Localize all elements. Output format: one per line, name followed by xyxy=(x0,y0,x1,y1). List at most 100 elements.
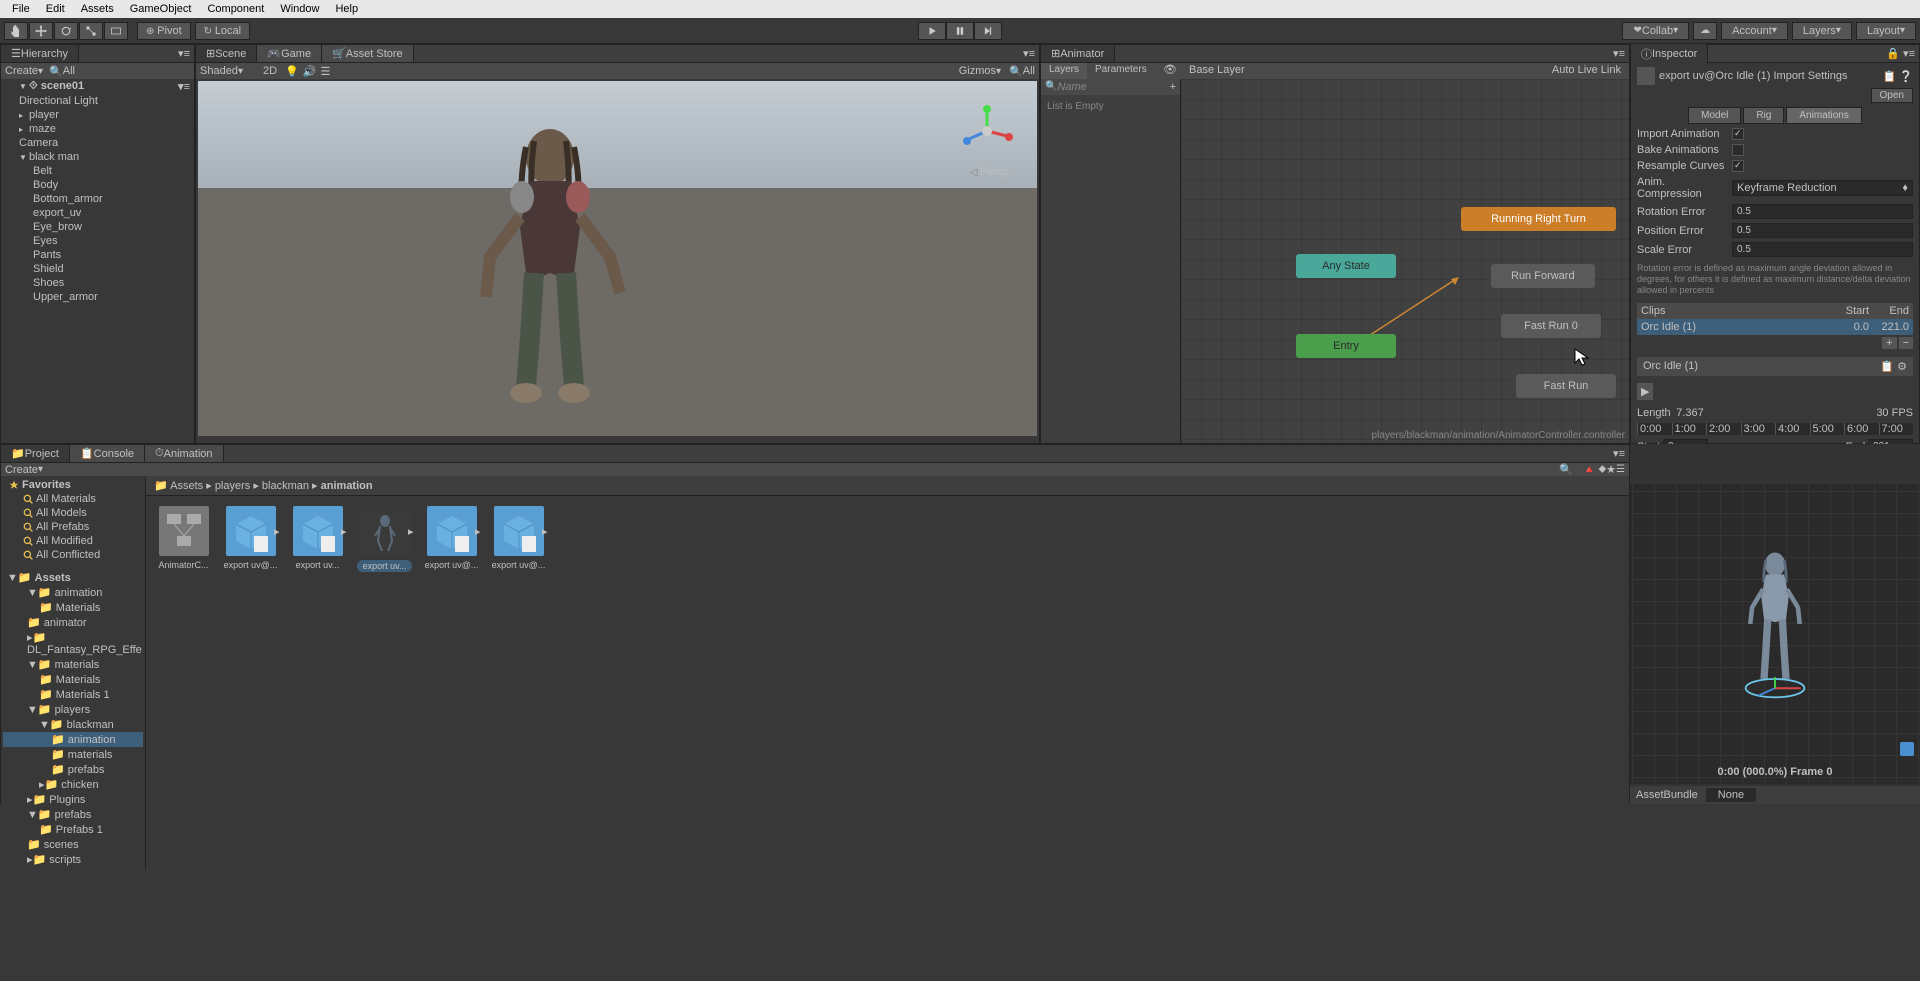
model-tab[interactable]: Model xyxy=(1688,107,1741,124)
cloud-button[interactable]: ☁ xyxy=(1693,22,1717,40)
asset-store-tab[interactable]: 🛒 Asset Store xyxy=(322,45,414,62)
hierarchy-item-player[interactable]: ▸player xyxy=(1,108,194,122)
preview-viewport[interactable]: 0:00 (000.0%) Frame 0 xyxy=(1630,484,1920,784)
state-running-right-turn[interactable]: Running Right Turn xyxy=(1461,207,1616,231)
folder-materials1[interactable]: 📁 Materials 1 xyxy=(3,687,143,702)
fav-all-conflicted[interactable]: All Conflicted xyxy=(3,548,143,562)
clip-settings-icon[interactable]: 📋 ⚙ xyxy=(1880,360,1907,373)
rig-tab[interactable]: Rig xyxy=(1743,107,1784,124)
auto-live-link[interactable]: Auto Live Link xyxy=(1552,64,1621,78)
folder-chicken[interactable]: ▸📁 chicken xyxy=(3,777,143,792)
asset-export-uv-2[interactable]: ▸export uv... xyxy=(290,506,345,572)
audio-icon[interactable]: 🔊 xyxy=(303,65,317,78)
asset-export-uv-5[interactable]: ▸export uv@... xyxy=(491,506,546,572)
eye-icon[interactable]: 👁 xyxy=(1159,63,1181,79)
hierarchy-item[interactable]: Directional Light xyxy=(1,94,194,108)
hierarchy-child[interactable]: Upper_armor xyxy=(1,290,194,304)
folder-bm-prefabs[interactable]: 📁 prefabs xyxy=(3,762,143,777)
state-fast-run-0[interactable]: Fast Run 0 xyxy=(1501,314,1601,338)
folder-materials-f[interactable]: ▼📁 materials xyxy=(3,657,143,672)
timeline-ruler[interactable]: 0:001:00 2:003:00 4:005:00 6:007:00 xyxy=(1637,423,1913,435)
hierarchy-child[interactable]: Belt xyxy=(1,164,194,178)
base-layer-button[interactable]: Base Layer xyxy=(1189,64,1245,78)
menu-window[interactable]: Window xyxy=(272,3,327,15)
scene-root[interactable]: ▼⟐ scene01▾≡ xyxy=(1,79,194,94)
step-button[interactable] xyxy=(974,22,1002,40)
hierarchy-create[interactable]: Create xyxy=(5,65,38,77)
folder-bm-animation[interactable]: 📁 animation xyxy=(3,732,143,747)
menu-file[interactable]: File xyxy=(4,3,38,15)
folder-blackman[interactable]: ▼📁 blackman xyxy=(3,717,143,732)
animations-tab[interactable]: Animations xyxy=(1786,107,1861,124)
import-animation-checkbox[interactable] xyxy=(1732,128,1744,140)
scale-error-field[interactable]: 0.5 xyxy=(1732,242,1913,257)
favorites-header[interactable]: Favorites xyxy=(3,478,143,492)
hierarchy-search-all[interactable]: All xyxy=(63,65,75,77)
asset-export-uv-1[interactable]: ▸export uv@... xyxy=(223,506,278,572)
hierarchy-child[interactable]: Pants xyxy=(1,248,194,262)
asset-animator-controller[interactable]: AnimatorC... xyxy=(156,506,211,572)
preview-tag-icon[interactable] xyxy=(1900,742,1914,756)
folder-scripts[interactable]: ▸📁 scripts xyxy=(3,852,143,867)
pause-button[interactable] xyxy=(946,22,974,40)
pivot-button[interactable]: ⊕ Pivot xyxy=(137,22,191,40)
remove-clip-button[interactable]: − xyxy=(1899,337,1913,349)
preview-play-button[interactable]: ▶ xyxy=(1637,383,1653,400)
animator-tab[interactable]: ⊞ Animator xyxy=(1041,45,1115,62)
scene-viewport[interactable]: ◁ Persp xyxy=(198,81,1037,436)
inspector-tab[interactable]: ⓘ Inspector xyxy=(1631,44,1708,64)
hierarchy-child[interactable]: Shield xyxy=(1,262,194,276)
hierarchy-child[interactable]: Shoes xyxy=(1,276,194,290)
folder-bm-materials[interactable]: 📁 materials xyxy=(3,747,143,762)
menu-assets[interactable]: Assets xyxy=(73,3,122,15)
layout-dropdown[interactable]: Layout ▾ xyxy=(1856,22,1916,40)
play-button[interactable] xyxy=(918,22,946,40)
assets-root[interactable]: ▼📁 Assets xyxy=(3,570,143,585)
project-star-icon[interactable]: ★ xyxy=(1606,463,1616,476)
menu-component[interactable]: Component xyxy=(199,3,272,15)
shaded-dropdown[interactable]: Shaded xyxy=(200,65,238,77)
fav-all-modified[interactable]: All Modified xyxy=(3,534,143,548)
hierarchy-child[interactable]: Body xyxy=(1,178,194,192)
collab-dropdown[interactable]: ❤ Collab ▾ xyxy=(1622,22,1689,40)
layers-dropdown[interactable]: Layers ▾ xyxy=(1792,22,1852,40)
folder-prefabs[interactable]: ▼📁 prefabs xyxy=(3,807,143,822)
folder-dlfantasy[interactable]: ▸📁 DL_Fantasy_RPG_Effe xyxy=(3,630,143,657)
fav-all-prefabs[interactable]: All Prefabs xyxy=(3,520,143,534)
menu-edit[interactable]: Edit xyxy=(38,3,73,15)
state-run-forward[interactable]: Run Forward xyxy=(1491,264,1595,288)
resample-curves-checkbox[interactable] xyxy=(1732,160,1744,172)
position-error-field[interactable]: 0.5 xyxy=(1732,223,1913,238)
hierarchy-child[interactable]: Eyes xyxy=(1,234,194,248)
hand-tool[interactable] xyxy=(4,22,28,40)
hierarchy-item[interactable]: Camera xyxy=(1,136,194,150)
hierarchy-item[interactable]: ▸maze xyxy=(1,122,194,136)
hierarchy-child[interactable]: Eye_brow xyxy=(1,220,194,234)
hierarchy-tab[interactable]: ☰ Hierarchy xyxy=(1,45,79,62)
fav-all-materials[interactable]: All Materials xyxy=(3,492,143,506)
state-entry[interactable]: Entry xyxy=(1296,334,1396,358)
fav-all-models[interactable]: All Models xyxy=(3,506,143,520)
folder-plugins[interactable]: ▸📁 Plugins xyxy=(3,792,143,807)
menu-help[interactable]: Help xyxy=(327,3,366,15)
game-tab[interactable]: 🎮 Game xyxy=(257,45,322,62)
animator-graph[interactable]: Any State Entry Running Right Turn Run F… xyxy=(1181,79,1629,443)
open-button[interactable]: Open xyxy=(1871,88,1913,103)
move-tool[interactable] xyxy=(29,22,53,40)
fx-icon[interactable]: ☰ xyxy=(320,65,330,78)
scene-search-all[interactable]: All xyxy=(1023,65,1035,77)
hierarchy-item-blackman[interactable]: ▼black man xyxy=(1,150,194,164)
asset-export-uv-4[interactable]: ▸export uv@... xyxy=(424,506,479,572)
layers-tab[interactable]: Layers xyxy=(1041,63,1087,79)
folder-animation[interactable]: ▼📁 animation xyxy=(3,585,143,600)
console-tab[interactable]: 📋 Console xyxy=(70,445,145,462)
account-dropdown[interactable]: Account ▾ xyxy=(1721,22,1788,40)
help-icon[interactable]: 📋 ❔ xyxy=(1883,70,1913,83)
asset-export-uv-3[interactable]: ▸export uv... xyxy=(357,506,412,572)
add-param-button[interactable]: + xyxy=(1170,81,1176,93)
rotate-tool[interactable] xyxy=(54,22,78,40)
animation-name[interactable]: Orc Idle (1) xyxy=(1643,360,1880,373)
project-tab[interactable]: 📁 Project xyxy=(1,445,70,462)
folder-prefabs1[interactable]: 📁 Prefabs 1 xyxy=(3,822,143,837)
folder-materials2[interactable]: 📁 Materials xyxy=(3,672,143,687)
